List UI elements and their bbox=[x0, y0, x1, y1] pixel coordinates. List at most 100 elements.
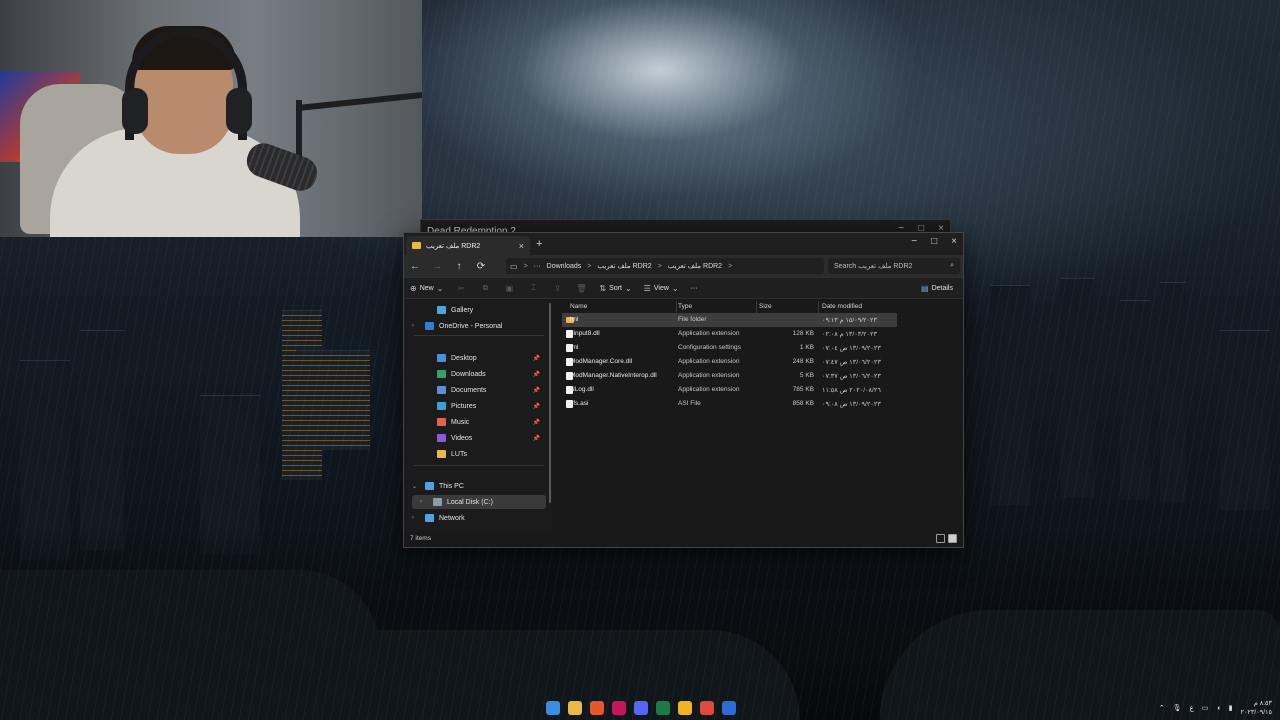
cut-icon[interactable]: ✂ bbox=[449, 284, 473, 293]
sidebar-item[interactable]: › OneDrive - Personal bbox=[412, 319, 546, 333]
file-date-modified: ١٣/٠٣/٢٠٢٣ م ٠٢:٠٨ bbox=[822, 331, 877, 338]
chevron-icon[interactable]: › bbox=[420, 499, 428, 505]
more-options-button[interactable]: ··· bbox=[685, 285, 704, 292]
address-bar[interactable]: ▭ > ··· Downloads > ملف تعريب RDR2 > ملف… bbox=[506, 258, 824, 274]
search-box[interactable]: Search ملف تعريب RDR2 ⌕ bbox=[828, 258, 960, 274]
chevron-icon[interactable]: ⌄ bbox=[412, 483, 420, 490]
column-divider[interactable] bbox=[676, 301, 677, 313]
file-size: 858 KB bbox=[792, 400, 814, 407]
sidebar-item[interactable]: › Local Disk (C:) bbox=[412, 495, 546, 509]
close-button[interactable]: × bbox=[951, 236, 957, 247]
sort-button[interactable]: ⇅ Sort ⌄ bbox=[593, 284, 637, 293]
start-icon[interactable] bbox=[546, 701, 560, 715]
sidebar-scrollbar[interactable] bbox=[549, 303, 551, 503]
details-view-icon[interactable] bbox=[936, 534, 945, 543]
more-icon: ··· bbox=[690, 284, 698, 292]
sidebar-item[interactable]: › Network bbox=[412, 511, 546, 525]
breadcrumb-item[interactable]: Downloads bbox=[547, 263, 582, 270]
app-yellow-icon[interactable] bbox=[678, 701, 692, 715]
webcam-overlay bbox=[0, 0, 422, 237]
headphone-ear bbox=[226, 88, 252, 134]
column-name[interactable]: Name bbox=[570, 303, 587, 310]
clock[interactable]: ٨:٥٣ م ٢٠٢٣/٠٩/١٥ bbox=[1240, 699, 1272, 717]
rename-icon[interactable]: ⌶ bbox=[521, 283, 545, 293]
up-button[interactable]: ↑ bbox=[448, 261, 470, 272]
app-blue-icon[interactable] bbox=[722, 701, 736, 715]
chevron-icon[interactable]: › bbox=[412, 323, 420, 329]
file-row[interactable]: vfs.asi ASI File 858 KB ١٣/٠٩/٢٠٢٣ ص ٠٩:٠٨ bbox=[562, 397, 897, 411]
file-type: Application extension bbox=[678, 358, 740, 365]
file-explorer-icon[interactable] bbox=[568, 701, 582, 715]
new-label: New bbox=[419, 284, 434, 292]
disk-icon bbox=[433, 498, 442, 506]
network-icon[interactable]: ▭ bbox=[1202, 704, 1209, 712]
new-tab-button[interactable]: + bbox=[536, 238, 542, 250]
back-button[interactable]: ← bbox=[404, 261, 426, 272]
file-size: 128 KB bbox=[792, 330, 814, 337]
column-type[interactable]: Type bbox=[678, 303, 692, 310]
address-more-button[interactable]: ··· bbox=[534, 263, 541, 270]
discord-icon[interactable] bbox=[634, 701, 648, 715]
file-row[interactable]: ModManager.NativeInterop.dll Application … bbox=[562, 369, 897, 383]
file-row[interactable]: lml File folder ١٥/٠٩/٢٠٢٣ م ٠٩:١٣ bbox=[562, 313, 897, 327]
details-pane-button[interactable]: ▤ Details bbox=[921, 284, 953, 293]
file-row[interactable]: dinput8.dll Application extension 128 KB ١٣… bbox=[562, 327, 897, 341]
chevron-icon[interactable]: › bbox=[412, 515, 420, 521]
tiles-view-icon[interactable] bbox=[948, 534, 957, 543]
column-date-modified[interactable]: Date modified bbox=[822, 303, 862, 310]
sidebar-item[interactable]: Music 📌 bbox=[412, 415, 546, 429]
sidebar-item-label: Downloads bbox=[451, 370, 486, 378]
delete-icon[interactable]: 🗑 bbox=[569, 284, 593, 293]
column-size[interactable]: Size bbox=[759, 303, 772, 310]
network-icon bbox=[425, 514, 434, 522]
copy-icon[interactable]: ⧉ bbox=[473, 283, 497, 293]
breadcrumb-item[interactable]: ملف تعريب RDR2 bbox=[597, 262, 651, 270]
tab-close-icon[interactable]: × bbox=[519, 241, 524, 251]
music-icon bbox=[437, 418, 446, 426]
view-icon: ☰ bbox=[643, 283, 651, 293]
sidebar-item[interactable]: Desktop 📌 bbox=[412, 351, 546, 365]
mic-arm bbox=[300, 91, 422, 111]
microphone-icon[interactable]: 🎙 bbox=[1173, 704, 1182, 712]
monitor-icon: ▭ bbox=[510, 261, 518, 271]
maximize-button[interactable]: □ bbox=[931, 236, 937, 247]
sidebar-item[interactable]: ⌄ This PC bbox=[412, 479, 546, 493]
downloads-icon bbox=[437, 370, 446, 378]
affinity-icon[interactable] bbox=[612, 701, 626, 715]
sidebar-item[interactable]: Documents 📌 bbox=[412, 383, 546, 397]
details-label: Details bbox=[931, 285, 953, 292]
sidebar-item[interactable]: Gallery bbox=[412, 303, 546, 317]
chrome-icon[interactable] bbox=[700, 701, 714, 715]
sidebar-item[interactable]: LUTs bbox=[412, 447, 546, 461]
excel-icon[interactable] bbox=[656, 701, 670, 715]
language-indicator[interactable]: ع bbox=[1190, 704, 1194, 712]
forward-button[interactable]: → bbox=[426, 261, 448, 272]
chevron-up-icon[interactable]: ⌃ bbox=[1159, 704, 1165, 712]
sidebar-item[interactable]: Downloads 📌 bbox=[412, 367, 546, 381]
sidebar-item-label: OneDrive - Personal bbox=[439, 322, 503, 330]
file-row[interactable]: lml Configuration settings 1 KB ١٣/٠٩/٢٠٢٣ … bbox=[562, 341, 897, 355]
file-type: File folder bbox=[678, 316, 707, 323]
pin-icon: 📌 bbox=[532, 387, 540, 394]
sidebar-item[interactable]: Videos 📌 bbox=[412, 431, 546, 445]
refresh-button[interactable]: ⟳ bbox=[470, 261, 492, 272]
column-divider[interactable] bbox=[818, 301, 819, 313]
breadcrumb-item[interactable]: ملف تعريب RDR2 bbox=[668, 262, 722, 270]
sidebar-item-label: Desktop bbox=[451, 354, 477, 362]
sidebar-item[interactable]: Pictures 📌 bbox=[412, 399, 546, 413]
volume-icon[interactable]: ◖ bbox=[1216, 705, 1220, 712]
paste-icon[interactable]: ▣ bbox=[497, 284, 521, 293]
file-row[interactable]: ModManager.Core.dll Application extension… bbox=[562, 355, 897, 369]
file-row[interactable]: NLog.dll Application extension 785 KB ٢٠٢٠/… bbox=[562, 383, 897, 397]
minimize-button[interactable]: − bbox=[911, 236, 917, 247]
tab-label: ملف تعريب RDR2 bbox=[426, 242, 481, 250]
brave-icon[interactable] bbox=[590, 701, 604, 715]
file-size: 248 KB bbox=[792, 358, 814, 365]
battery-icon[interactable]: ▮ bbox=[1229, 704, 1233, 712]
tab-current-folder[interactable]: ملف تعريب RDR2 × bbox=[406, 236, 530, 255]
new-button[interactable]: ⊕ New ⌄ bbox=[404, 284, 449, 293]
column-divider[interactable] bbox=[756, 301, 757, 313]
share-icon[interactable]: ⇪ bbox=[545, 284, 569, 293]
view-button[interactable]: ☰ View ⌄ bbox=[638, 284, 685, 293]
chevron-right-icon: > bbox=[523, 262, 528, 270]
